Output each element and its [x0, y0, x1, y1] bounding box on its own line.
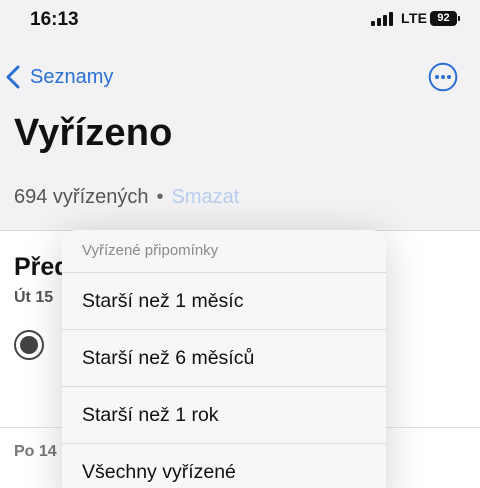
back-label: Seznamy [30, 65, 114, 88]
network-type-label: LTE [401, 10, 428, 26]
page-title: Vyřízeno [14, 112, 173, 154]
completed-count: 694 vyřízených [14, 186, 149, 208]
ellipsis-circle-icon[interactable] [428, 62, 458, 92]
section-date: Út 15 [14, 289, 54, 306]
menu-header: Vyřízené připomínky [82, 242, 219, 259]
reminder-completed-checkbox[interactable] [14, 330, 44, 360]
battery-level: 92 [437, 12, 450, 24]
status-time: 16:13 [30, 9, 79, 30]
section-date-next: Po 14 [14, 443, 57, 460]
clear-button[interactable]: Smazat [172, 186, 240, 209]
menu-item-all-completed[interactable]: Všechny vyřízené [62, 443, 386, 488]
status-bar: 16:13 LTE 92 [0, 0, 480, 44]
chevron-left-icon [6, 65, 20, 89]
menu-item-older-1-year[interactable]: Starší než 1 rok [62, 386, 386, 443]
signal-bars-icon [371, 12, 395, 26]
screen: 16:13 LTE 92 Seznamy Vyřízeno 694 vyříze… [0, 0, 480, 488]
menu-item-older-1-month[interactable]: Starší než 1 měsíc [62, 272, 386, 329]
menu-item-older-6-months[interactable]: Starší než 6 měsíců [62, 329, 386, 386]
summary-row: 694 vyřízených • Smazat [14, 186, 239, 209]
battery-icon: 92 [430, 11, 460, 26]
back-button[interactable]: Seznamy [4, 60, 113, 94]
clear-completed-menu: Vyřízené připomínky Starší než 1 měsíc S… [62, 230, 386, 488]
summary-separator: • [156, 186, 164, 208]
